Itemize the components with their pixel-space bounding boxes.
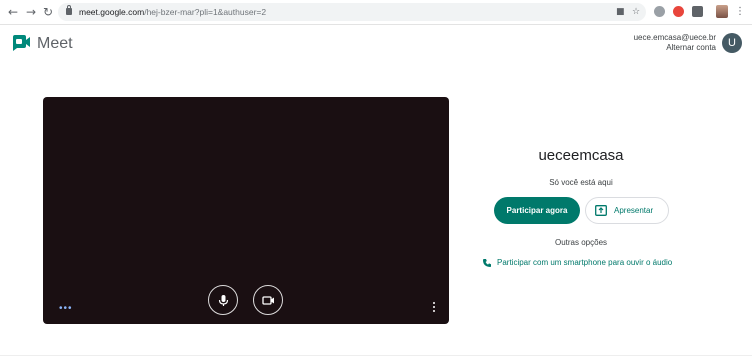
microphone-toggle-button[interactable] (208, 285, 238, 315)
switch-account-link[interactable]: Alternar conta (666, 43, 716, 53)
arrow-right-icon[interactable]: → (24, 4, 38, 20)
microphone-icon (218, 295, 229, 306)
app-title[interactable]: Meet (37, 34, 73, 54)
meet-logo-icon (13, 35, 30, 51)
other-options-heading: Outras opções (554, 238, 608, 247)
extension-icon[interactable] (654, 6, 665, 17)
url-host: meet.google.com (79, 7, 145, 17)
join-now-button[interactable]: Participar agora (494, 197, 580, 224)
present-button[interactable]: Apresentar (585, 197, 669, 224)
star-icon[interactable]: ☆ (632, 6, 640, 18)
phone-join-label: Participar com um smartphone para ouvir … (497, 258, 673, 267)
address-bar[interactable]: meet.google.com/hej-bzer-mar?pli=1&authu… (58, 3, 646, 21)
arrow-left-icon[interactable]: ← (6, 4, 20, 20)
reload-icon[interactable]: ↻ (41, 4, 55, 20)
camera-indicator-icon[interactable]: ■ (616, 6, 625, 18)
divider (0, 355, 752, 356)
url-path: /hej-bzer-mar?pli=1&authuser=2 (144, 7, 267, 17)
present-screen-icon (595, 205, 607, 216)
present-label: Apresentar (614, 206, 654, 215)
audio-level-icon: ••• (59, 303, 73, 314)
camera-icon (262, 296, 274, 305)
phone-icon (483, 259, 491, 267)
meeting-status: Só você está aqui (549, 178, 613, 187)
more-options-icon[interactable] (433, 302, 436, 313)
account-avatar[interactable]: U (722, 33, 742, 53)
browser-menu-icon[interactable]: ⋮ (735, 4, 745, 20)
opera-extension-icon[interactable] (673, 6, 684, 17)
camera-toggle-button[interactable] (253, 285, 283, 315)
lock-icon (66, 5, 72, 15)
shield-extension-icon[interactable] (692, 6, 703, 17)
url-text[interactable]: meet.google.com/hej-bzer-mar?pli=1&authu… (79, 5, 266, 19)
meeting-name: ueceemcasa (538, 147, 624, 164)
browser-toolbar: ← → ↻ meet.google.com/hej-bzer-mar?pli=1… (0, 0, 752, 25)
video-preview: ••• (43, 97, 449, 324)
account-email: uece.emcasa@uece.br (633, 33, 716, 42)
browser-profile-avatar[interactable] (716, 5, 728, 18)
